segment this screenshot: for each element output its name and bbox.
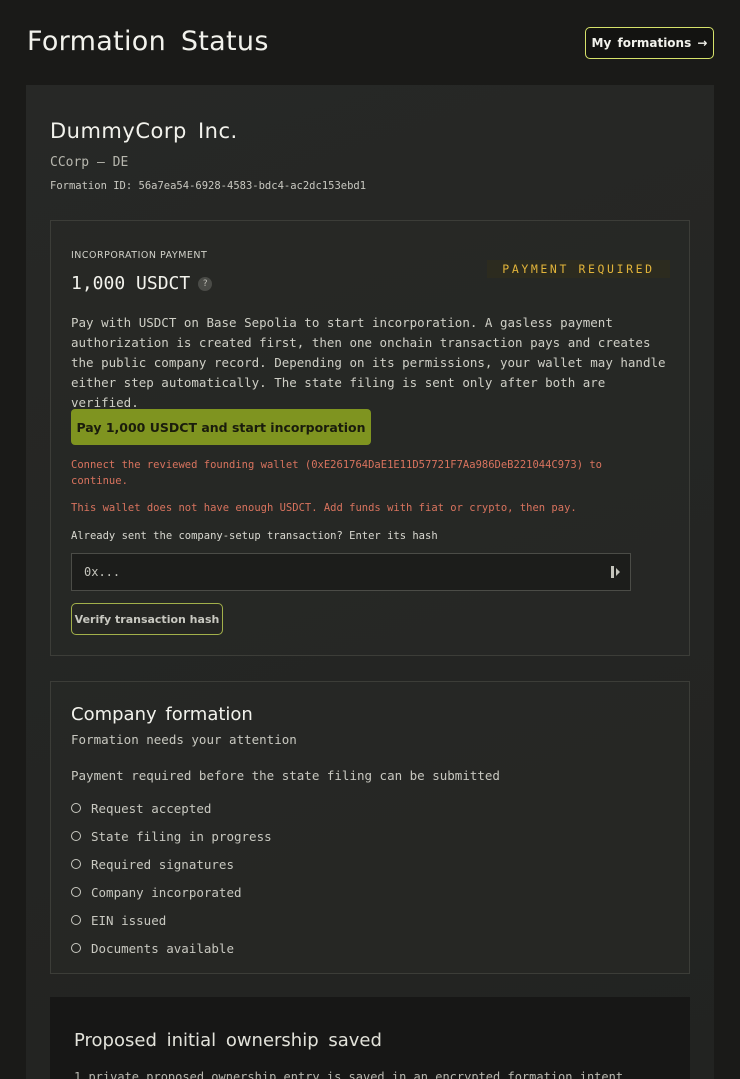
step-item: State filing in progress xyxy=(71,822,272,850)
pending-circle-icon xyxy=(71,943,81,953)
pending-circle-icon xyxy=(71,915,81,925)
amount-value: 1,000 USDCT xyxy=(71,273,191,294)
my-formations-button[interactable]: My formations → xyxy=(585,27,714,59)
status-badge: PAYMENT REQUIRED xyxy=(487,260,670,278)
pending-circle-icon xyxy=(71,831,81,841)
help-icon[interactable]: ? xyxy=(198,276,213,291)
hash-input[interactable] xyxy=(72,565,608,579)
page-title: Formation Status xyxy=(27,26,269,57)
step-item: Documents available xyxy=(71,934,272,962)
pending-circle-icon xyxy=(71,859,81,869)
formation-title: Company formation xyxy=(71,704,253,725)
section-label: INCORPORATION PAYMENT xyxy=(71,250,208,261)
step-item: Required signatures xyxy=(71,850,272,878)
company-type: CCorp — DE xyxy=(50,155,129,170)
formation-steps: Request accepted State filing in progres… xyxy=(71,794,272,962)
step-item: Request accepted xyxy=(71,794,272,822)
incorporation-payment-card: INCORPORATION PAYMENT 1,000 USDCT ? PAYM… xyxy=(50,220,690,656)
pay-button[interactable]: Pay 1,000 USDCT and start incorporation xyxy=(71,409,371,445)
ownership-card: Proposed initial ownership saved 1 priva… xyxy=(50,997,690,1079)
step-label: EIN issued xyxy=(91,912,167,928)
step-label: State filing in progress xyxy=(91,828,272,844)
step-label: Required signatures xyxy=(91,856,234,872)
hash-input-wrapper xyxy=(71,553,631,591)
password-manager-icon[interactable] xyxy=(608,564,624,580)
step-item: Company incorporated xyxy=(71,878,272,906)
wallet-error: Connect the reviewed founding wallet (0x… xyxy=(71,459,603,487)
pending-circle-icon xyxy=(71,887,81,897)
pending-circle-icon xyxy=(71,803,81,813)
ownership-text: 1 private proposed ownership entry is sa… xyxy=(74,1070,624,1079)
step-label: Request accepted xyxy=(91,800,212,816)
company-formation-card: Company formation Formation needs your a… xyxy=(50,681,690,974)
step-item: EIN issued xyxy=(71,906,272,934)
payment-description: Pay with USDCT on Base Sepolia to start … xyxy=(71,315,666,410)
funds-error: This wallet does not have enough USDCT. … xyxy=(71,502,577,514)
formation-id: Formation ID: 56a7ea54-6928-4583-bdc4-ac… xyxy=(50,180,367,192)
ownership-title: Proposed initial ownership saved xyxy=(74,1030,382,1051)
formation-subtitle: Formation needs your attention xyxy=(71,732,297,747)
formation-requirement: Payment required before the state filing… xyxy=(71,768,500,783)
page-header: Formation Status My formations → xyxy=(0,0,740,85)
step-label: Documents available xyxy=(91,940,234,956)
verify-hash-button[interactable]: Verify transaction hash xyxy=(71,603,223,635)
payment-amount: 1,000 USDCT ? xyxy=(71,273,213,294)
hash-prompt: Already sent the company-setup transacti… xyxy=(71,530,438,542)
step-label: Company incorporated xyxy=(91,884,242,900)
formation-panel: DummyCorp Inc. CCorp — DE Formation ID: … xyxy=(26,85,714,1079)
company-name: DummyCorp Inc. xyxy=(50,119,238,143)
